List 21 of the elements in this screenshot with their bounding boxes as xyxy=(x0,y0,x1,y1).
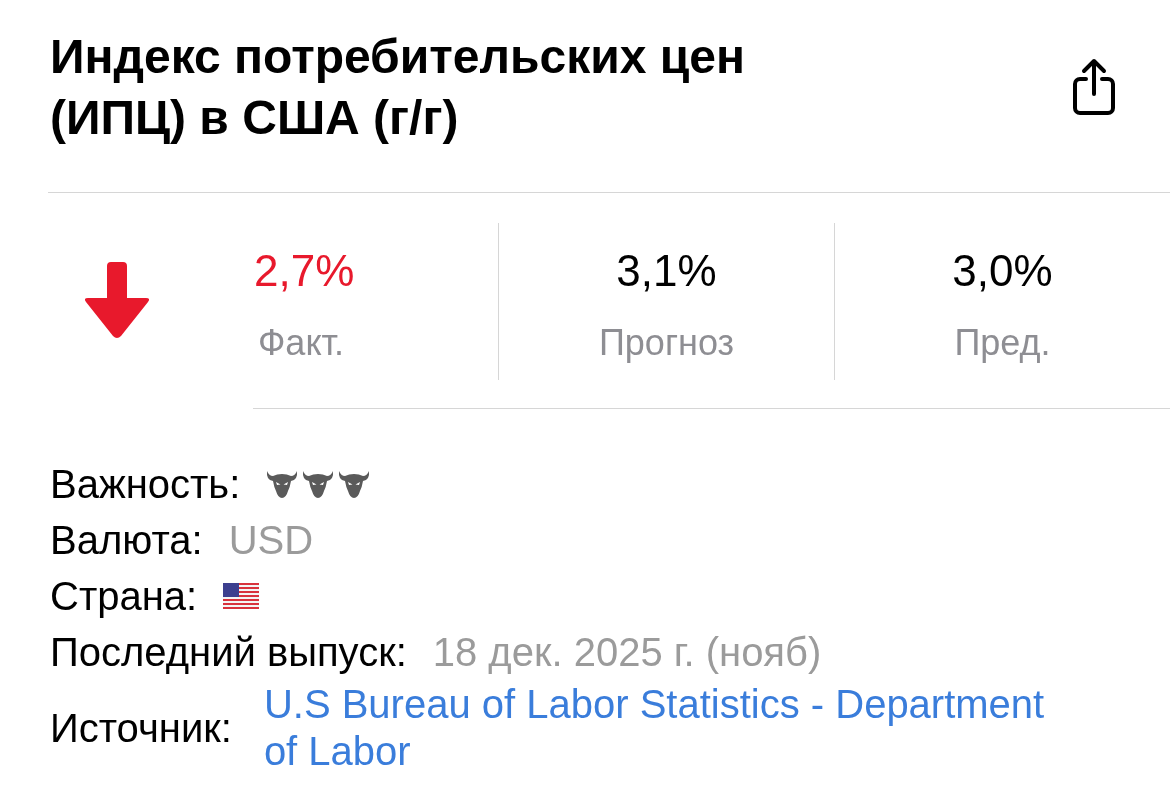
source-link[interactable]: U.S Bureau of Labor Statistics - Department of Labor xyxy=(263,681,1064,775)
share-icon xyxy=(1072,58,1116,116)
stat-label: Пред. xyxy=(954,321,1051,365)
stat-value: 3,1% xyxy=(616,247,717,295)
detail-value: USD xyxy=(228,517,314,564)
detail-label: Источник: xyxy=(50,705,232,752)
bull-head-icon xyxy=(266,470,299,498)
detail-label: Важность: xyxy=(50,461,241,508)
detail-value: 18 дек. 2025 г. (нояб) xyxy=(432,629,822,676)
bull-head-icon xyxy=(302,470,335,498)
detail-label: Последний выпуск: xyxy=(50,629,407,676)
stat-value: 3,0% xyxy=(952,247,1053,295)
stat-label: Прогноз xyxy=(598,321,735,365)
detail-label: Валюта: xyxy=(50,517,203,564)
stat-label: Факт. xyxy=(257,321,345,365)
page-title: Индекс потребительских цен (ИПЦ) в США (г/г) xyxy=(50,29,746,146)
flag-icon xyxy=(223,583,260,609)
share-button[interactable] xyxy=(1072,58,1116,116)
detail-label: Страна: xyxy=(50,573,198,620)
bull-head-icon xyxy=(338,470,371,498)
stat-value: 2,7% xyxy=(254,247,355,295)
